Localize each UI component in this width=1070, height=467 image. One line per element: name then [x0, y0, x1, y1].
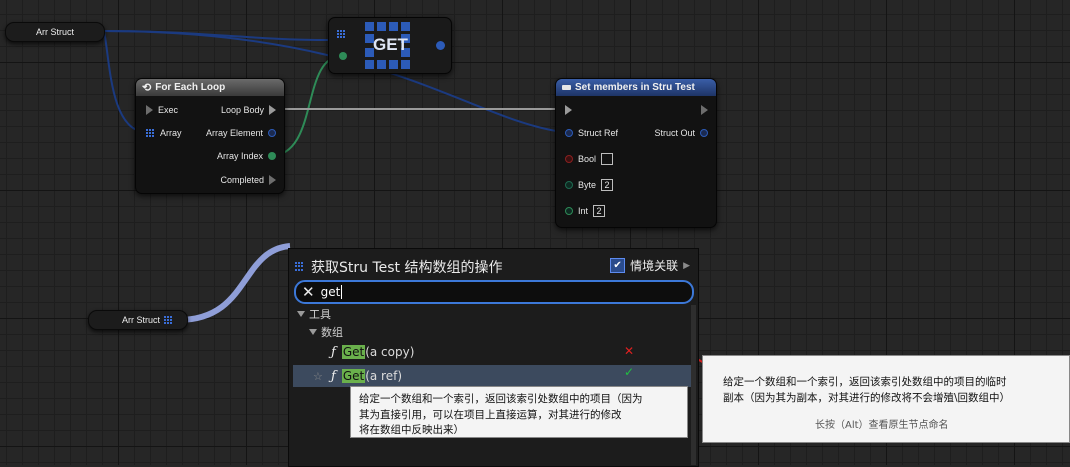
tooltip-ref-line1: 给定一个数组和一个索引，返回该索引处数组中的项目（因为 [359, 393, 643, 405]
index-pin[interactable] [339, 52, 347, 60]
tooltip-get-copy: 给定一个数组和一个索引，返回该索引处数组中的项目的临时 副本（因为其为副本，对其… [702, 355, 1070, 443]
for-each-header: ⟲ For Each Loop [136, 79, 284, 96]
int-pin[interactable]: Int 2 [565, 205, 606, 217]
set-exec-out-pin[interactable] [701, 105, 708, 115]
struct-out-pin[interactable]: Struct Out [654, 128, 708, 138]
get-node[interactable]: GET [328, 17, 452, 74]
array-index-pin[interactable]: Array Index [217, 151, 276, 161]
array-pin-icon[interactable] [337, 30, 346, 39]
struct-pin-icon [565, 129, 573, 137]
set-members-node[interactable]: Set members in Stru Test Struct Ref Stru… [555, 78, 717, 228]
exec-input-pin[interactable]: Exec [146, 105, 178, 115]
tooltip-copy-footer: 长按（Alt）查看原生节点命名 [815, 420, 949, 431]
array-icon [146, 128, 155, 138]
struct-ref-pin[interactable]: Struct Ref [565, 128, 618, 138]
expand-triangle-icon [297, 311, 305, 317]
exec-in-icon [565, 105, 572, 115]
function-icon: ƒ [331, 344, 336, 360]
exec-out-icon [269, 105, 276, 115]
loop-body-label: Loop Body [220, 105, 264, 115]
search-input[interactable]: ✕ get [294, 280, 694, 304]
context-label: 情境关联 [630, 259, 679, 273]
completed-pin[interactable]: Completed [220, 175, 276, 185]
item-suffix: (a copy) [365, 345, 415, 359]
array-icon [295, 262, 305, 272]
exec-label: Exec [158, 105, 179, 115]
arr-struct-label: Arr Struct [35, 27, 74, 37]
array-element-label: Array Element [205, 128, 263, 138]
set-members-title: Set members in Stru Test [575, 82, 695, 93]
context-sensitive-toggle[interactable]: ✔ 情境关联 ▶ [610, 257, 690, 274]
arr-struct-variable-node-2[interactable]: Arr Struct [88, 310, 188, 330]
array-element-pin[interactable]: Array Element [206, 128, 276, 138]
byte-pin-icon [565, 181, 573, 189]
int-pin-icon [565, 207, 573, 215]
clear-search-icon[interactable]: ✕ [302, 283, 315, 301]
loop-body-pin[interactable]: Loop Body [221, 105, 276, 115]
byte-label: Byte [578, 180, 597, 190]
chevron-right-icon: ▶ [683, 260, 690, 271]
category-tools[interactable]: 工具 [297, 306, 331, 322]
red-cross-mark: ✕ [624, 344, 635, 358]
array-index-label: Array Index [216, 151, 263, 161]
struct-pin-icon [268, 129, 276, 137]
int-value-field[interactable]: 2 [593, 205, 606, 217]
completed-label: Completed [220, 175, 264, 185]
category-tools-label: 工具 [309, 308, 331, 321]
arr-struct-label-2: Arr Struct [122, 315, 161, 325]
arr-struct-variable-node[interactable]: Arr Struct [5, 22, 105, 42]
bool-checkbox[interactable] [601, 153, 614, 165]
exec-out-hollow-icon [269, 175, 276, 185]
get-node-title: GET [373, 35, 408, 54]
search-match: Get [341, 369, 366, 383]
item-suffix: (a ref) [365, 369, 403, 383]
struct-out-label: Struct Out [654, 128, 695, 138]
exec-in-icon [146, 105, 153, 115]
byte-pin[interactable]: Byte 2 [565, 179, 614, 191]
struct-ref-label: Struct Ref [578, 128, 619, 138]
loop-icon: ⟲ [142, 82, 152, 94]
tooltip-ref-line3: 将在数组中反映出来） [359, 424, 464, 436]
green-check-mark: ✓ [624, 365, 635, 379]
checkbox-checked-icon[interactable]: ✔ [610, 258, 626, 273]
for-each-title: For Each Loop [155, 82, 226, 93]
exec-out-icon [701, 105, 708, 115]
struct-out-icon [700, 129, 708, 137]
byte-value-field[interactable]: 2 [601, 179, 614, 191]
int-pin-icon [268, 152, 276, 160]
wire-drag [177, 243, 291, 323]
search-text: get [320, 285, 341, 299]
bool-pin-icon [565, 155, 573, 163]
menu-title-text: 获取Stru Test 结构数组的操作 [311, 260, 503, 276]
favorite-star-icon[interactable]: ☆ [313, 370, 323, 383]
array-out-pin-icon[interactable] [164, 315, 173, 325]
search-match: Get [341, 345, 366, 359]
array-input-pin[interactable]: Array [146, 128, 182, 138]
bool-pin[interactable]: Bool [565, 153, 614, 165]
menu-scrollbar[interactable] [691, 305, 696, 465]
struct-icon [562, 85, 571, 90]
int-label: Int [578, 206, 589, 216]
category-array[interactable]: 数组 [309, 324, 343, 340]
for-each-loop-node[interactable]: ⟲ For Each Loop Exec Array Loop Body Arr… [135, 78, 285, 194]
bool-label: Bool [578, 154, 597, 164]
set-members-header: Set members in Stru Test [556, 79, 716, 96]
tooltip-ref-line2: 其为直接引用，可以在项目上直接运算，对其进行的修改 [359, 408, 622, 421]
output-pin[interactable] [436, 41, 445, 50]
text-caret [341, 285, 343, 299]
menu-title: 获取Stru Test 结构数组的操作 [295, 257, 502, 277]
tooltip-get-ref: 给定一个数组和一个索引，返回该索引处数组中的项目（因为 其为直接引用，可以在项目… [350, 386, 688, 438]
expand-triangle-icon [309, 329, 317, 335]
category-array-label: 数组 [321, 326, 343, 339]
tooltip-copy-line1: 给定一个数组和一个索引，返回该索引处数组中的项目的临时 [723, 376, 1007, 388]
function-icon: ƒ [331, 368, 336, 384]
array-label: Array [160, 128, 182, 138]
set-exec-in-pin[interactable] [565, 105, 572, 115]
tooltip-copy-line2: 副本（因为其为副本，对其进行的修改将不会增殖\回数组中） [723, 392, 1011, 404]
